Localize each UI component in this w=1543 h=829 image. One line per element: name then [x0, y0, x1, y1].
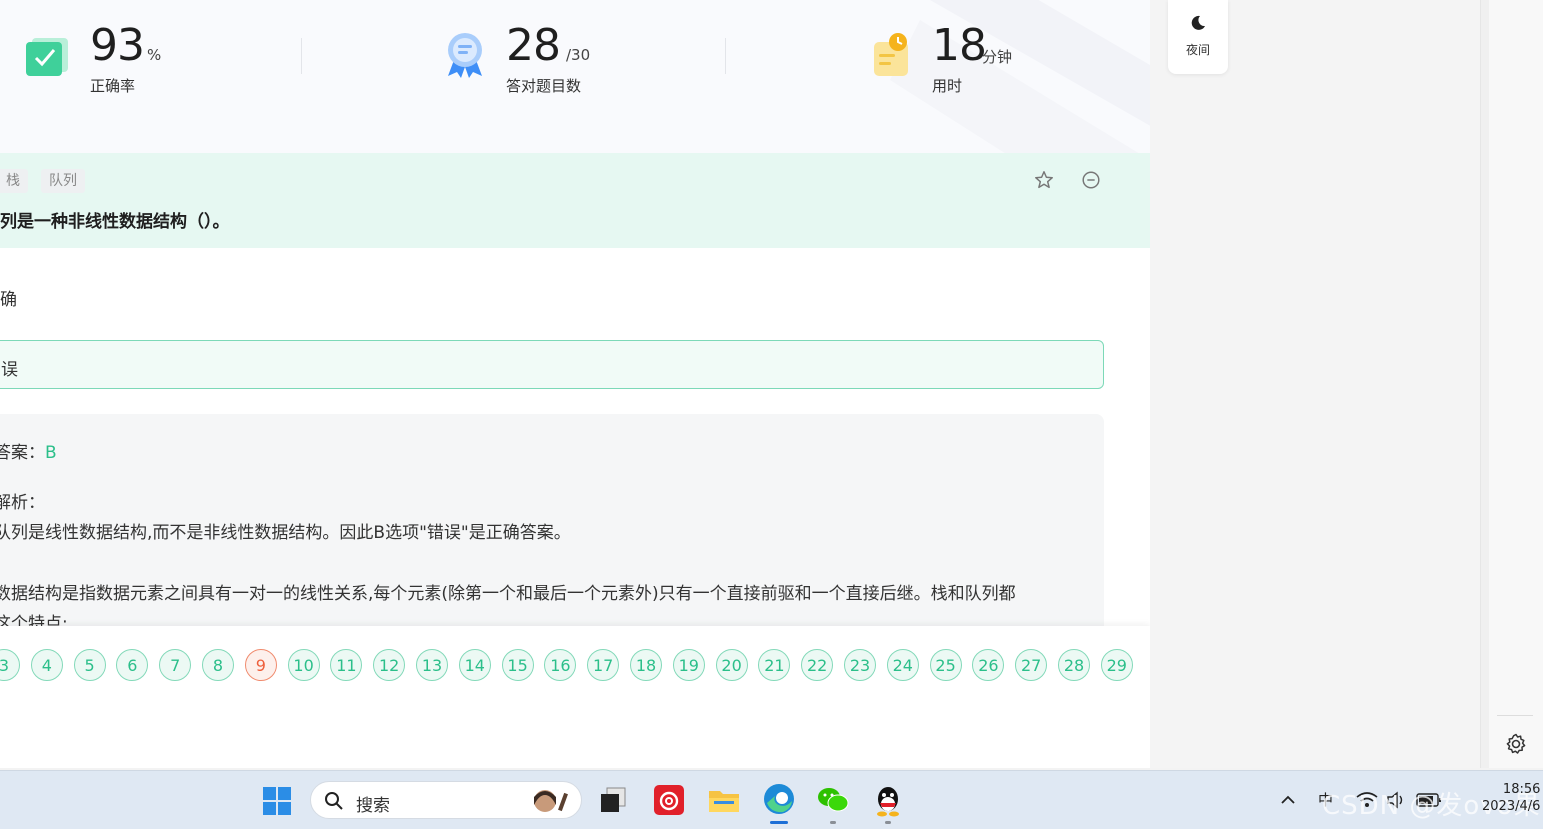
- question-number[interactable]: 15: [501, 649, 534, 681]
- question-number[interactable]: 21: [758, 649, 791, 681]
- time-unit: 分钟: [982, 48, 1013, 66]
- question-tag: 栈: [0, 169, 28, 193]
- question-text: 列是一种非线性数据结构（）。: [0, 212, 230, 232]
- windows-start-icon[interactable]: [262, 786, 292, 816]
- answer-line: 答案：B: [0, 438, 57, 463]
- search-highlight-illustration: [534, 790, 568, 812]
- accuracy-unit: %: [147, 46, 162, 64]
- file-explorer-icon[interactable]: [708, 785, 740, 815]
- answer-label: 答案：: [0, 443, 45, 463]
- chevron-up-icon[interactable]: [1280, 793, 1296, 807]
- stat-divider: [725, 38, 726, 74]
- time-value: 18: [932, 20, 987, 71]
- question-number[interactable]: 7: [159, 649, 192, 681]
- question-number[interactable]: 12: [373, 649, 406, 681]
- active-app-indicator: [770, 821, 788, 824]
- sidebar-divider: [1497, 715, 1533, 716]
- taskbar-search[interactable]: 搜索: [310, 781, 582, 819]
- night-mode-button[interactable]: 夜间: [1168, 0, 1228, 74]
- question-number[interactable]: 20: [715, 649, 748, 681]
- question-number[interactable]: 25: [929, 649, 962, 681]
- moon-icon: [1191, 15, 1205, 30]
- search-placeholder: 搜索: [356, 796, 390, 816]
- question-number[interactable]: 27: [1015, 649, 1048, 681]
- question-number[interactable]: 10: [287, 649, 320, 681]
- side-panel: 夜间: [1150, 0, 1480, 768]
- answer-analysis: 答案：B 解析： 队列是线性数据结构,而不是非线性数据结构。因此B选项"错误"是…: [0, 414, 1104, 644]
- clock-note-icon: [874, 33, 908, 76]
- stat-time: 18 分钟 用时: [870, 20, 1130, 100]
- netease-music-icon[interactable]: [654, 785, 684, 815]
- question-number[interactable]: 14: [458, 649, 491, 681]
- taskbar: 搜索 中 CSDN @发ovo果 18:56 2023/4/6: [0, 770, 1543, 829]
- question-number[interactable]: 26: [972, 649, 1005, 681]
- system-clock[interactable]: 18:56 2023/4/6: [1482, 781, 1540, 815]
- wechat-icon[interactable]: [817, 785, 849, 815]
- gear-icon[interactable]: [1504, 732, 1528, 756]
- stat-divider: [301, 38, 302, 74]
- option-b-label: 误: [1, 360, 18, 380]
- question-number[interactable]: 22: [801, 649, 834, 681]
- question-number[interactable]: 5: [73, 649, 106, 681]
- stat-accuracy: 93 % 正确率: [26, 20, 286, 100]
- question-number[interactable]: 23: [844, 649, 876, 681]
- correct-count-label: 答对题目数: [506, 77, 582, 95]
- option-b-selected[interactable]: 误: [0, 340, 1104, 389]
- question-number[interactable]: 8: [202, 649, 234, 681]
- question-number[interactable]: 24: [886, 649, 919, 681]
- remove-circle-icon[interactable]: [1080, 169, 1102, 191]
- option-a[interactable]: 确: [0, 285, 17, 310]
- question-number[interactable]: 19: [672, 649, 705, 681]
- task-view-icon[interactable]: [598, 785, 628, 815]
- question-number[interactable]: 18: [630, 649, 662, 681]
- clock-date: 2023/4/6: [1482, 799, 1541, 814]
- correct-count-value: 28: [506, 20, 561, 71]
- accuracy-label: 正确率: [90, 77, 136, 95]
- question-number[interactable]: 29: [1100, 649, 1133, 681]
- quiz-result-page: 93 % 正确率 28 /30 答对题目数 18 分钟 用时 栈 队列 列是一种…: [0, 0, 1150, 768]
- stat-correct-count: 28 /30 答对题目数: [444, 20, 704, 100]
- edge-browser-icon[interactable]: [763, 783, 795, 815]
- question-number[interactable]: 28: [1058, 649, 1090, 681]
- correct-count-unit: /30: [566, 46, 591, 64]
- question-number[interactable]: 13: [416, 649, 448, 681]
- answer-value: B: [45, 443, 57, 463]
- award-icon: [448, 33, 482, 78]
- question-number[interactable]: 16: [544, 649, 577, 681]
- question-number-current[interactable]: 9: [244, 649, 277, 681]
- question-number[interactable]: 4: [30, 649, 63, 681]
- clock-time: 18:56: [1502, 782, 1541, 797]
- analysis-label: 解析：: [0, 493, 45, 513]
- question-navigator: 3 4 5 6 7 8 9 10 11 12 13 14 15 16 17 18 19 20 21 22 23 24 25 2…: [0, 626, 1150, 768]
- question-number[interactable]: 11: [330, 649, 363, 681]
- night-mode-label: 夜间: [1185, 43, 1210, 57]
- star-icon[interactable]: [1033, 169, 1055, 191]
- question-block: 栈 队列 列是一种非线性数据结构（）。: [0, 153, 1150, 248]
- qq-icon[interactable]: [873, 785, 903, 817]
- stats-header: 93 % 正确率 28 /30 答对题目数 18 分钟 用时: [0, 0, 1150, 153]
- question-number[interactable]: 3: [0, 649, 20, 681]
- app-running-indicator: [830, 821, 836, 824]
- browser-sidebar: [1489, 0, 1543, 768]
- accuracy-value: 93: [90, 20, 145, 71]
- accuracy-icon: [26, 38, 68, 76]
- analysis-text-line: 数据结构是指数据元素之间具有一对一的线性关系,每个元素(除第一个和最后一个元素外…: [0, 584, 1016, 604]
- analysis-text-line: 队列是线性数据结构,而不是非线性数据结构。因此B选项"错误"是正确答案。: [0, 523, 571, 543]
- question-number[interactable]: 17: [587, 649, 620, 681]
- time-label: 用时: [932, 77, 963, 95]
- question-number[interactable]: 6: [116, 649, 149, 681]
- search-icon: [325, 792, 343, 810]
- app-running-indicator: [885, 821, 891, 824]
- question-tag: 队列: [41, 169, 85, 193]
